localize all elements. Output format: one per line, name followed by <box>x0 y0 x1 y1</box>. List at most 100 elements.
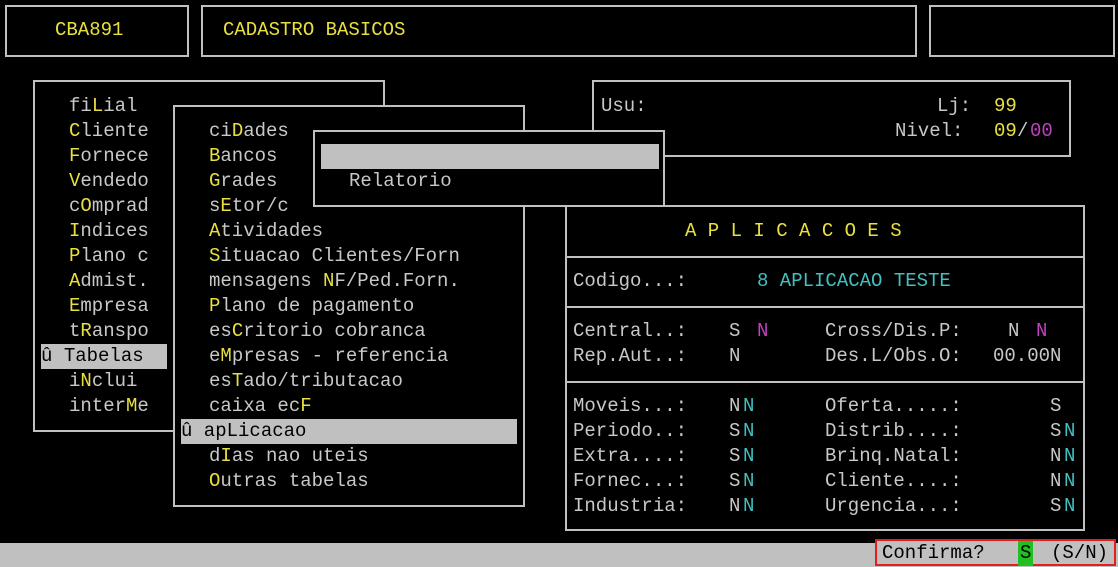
flag-value[interactable]: S <box>729 469 740 494</box>
central-value[interactable]: S <box>729 319 740 344</box>
desl-value[interactable]: 00.00N <box>993 344 1061 369</box>
main-menu-item[interactable]: Admist. <box>69 269 149 294</box>
tabelas-menu-item-hotkey: G <box>209 170 221 192</box>
main-menu-item[interactable]: Indices <box>69 219 149 244</box>
main-menu-item[interactable]: Vendedo <box>69 169 149 194</box>
tabelas-menu-item-hotkey: B <box>209 145 221 167</box>
tabelas-menu-item[interactable]: û apLicacao <box>181 419 517 444</box>
tabelas-menu-item[interactable]: Bancos <box>209 144 277 169</box>
tabelas-menu-item-text: presas - referencia <box>231 345 449 367</box>
main-menu-item[interactable]: Empresa <box>69 294 149 319</box>
main-menu-item[interactable]: interMe <box>69 394 149 419</box>
flag-value[interactable]: N <box>729 394 740 419</box>
tabelas-menu-item[interactable]: Grades <box>209 169 277 194</box>
tabelas-menu-item-text: rades <box>220 170 278 192</box>
tabelas-menu-item-text: d <box>209 445 221 467</box>
tabelas-menu-item[interactable]: Outras tabelas <box>209 469 369 494</box>
tabelas-menu-item-hotkey: T <box>231 370 244 392</box>
flag-value[interactable]: N <box>1050 444 1061 469</box>
menu-item-relatorio[interactable]: Relatorio <box>349 169 452 194</box>
aplicacao-submenu: û Manutencao Relatorio <box>313 130 665 207</box>
main-menu-item[interactable]: cOmprad <box>69 194 149 219</box>
flag-label: Fornec...: <box>573 470 688 492</box>
tabelas-menu-item-hotkey: S <box>209 245 221 267</box>
confirm-answer-input[interactable]: S <box>1018 541 1034 566</box>
menu-item-manutencao[interactable]: û Manutencao <box>321 144 659 192</box>
codigo-value[interactable]: 8 APLICACAO TESTE <box>757 269 951 294</box>
tabelas-menu-item[interactable]: Situacao Clientes/Forn <box>209 244 460 269</box>
main-menu-item[interactable]: iNclui <box>69 369 137 394</box>
tabelas-menu-item[interactable]: esTado/tributacao <box>209 369 403 394</box>
flag-value[interactable]: S <box>1050 494 1061 519</box>
flag-value[interactable]: S <box>729 444 740 469</box>
tabelas-menu-item[interactable]: mensagens NF/Ped.Forn. <box>209 269 460 294</box>
codigo-label: Codigo...: <box>573 270 688 292</box>
repaut-value[interactable]: N <box>729 344 740 369</box>
main-menu-item-text: abelas <box>75 345 144 367</box>
flag-value[interactable]: N <box>729 494 740 519</box>
main-menu-item[interactable]: Cliente <box>69 119 149 144</box>
cross-value[interactable]: N <box>1008 319 1019 344</box>
main-menu-item-text: endedo <box>80 170 149 192</box>
main-menu-item-hotkey: R <box>80 320 92 342</box>
main-menu-item[interactable]: Plano c <box>69 244 149 269</box>
tabelas-menu-item[interactable]: caixa ecF <box>209 394 312 419</box>
tabelas-menu-item-text: ci <box>209 120 232 142</box>
main-menu-item[interactable]: tRanspo <box>69 319 149 344</box>
tabelas-menu-item[interactable]: esCritorio cobranca <box>209 319 426 344</box>
flag-value[interactable]: S <box>1050 394 1061 419</box>
confirm-label: Confirma? <box>882 542 985 564</box>
tabelas-menu-item-hotkey: I <box>220 445 232 467</box>
empty-header-box <box>929 5 1115 57</box>
main-menu-item-text: fi <box>69 95 92 117</box>
main-menu-item-text: ornece <box>80 145 149 167</box>
nivel-label: Nivel: <box>895 120 964 142</box>
tabelas-menu-item-text: tividades <box>220 220 324 242</box>
main-menu-item-text: anspo <box>91 320 149 342</box>
confirm-options: (S/N) <box>1051 542 1109 564</box>
main-menu-item-hotkey: E <box>69 295 81 317</box>
tabelas-menu-item-text: s <box>209 195 221 217</box>
main-menu-item-text: i <box>69 370 81 392</box>
aplicacoes-form: A P L I C A C O E S Codigo...: 8 APLICAC… <box>565 205 1085 531</box>
flag-value-secondary: N <box>1064 445 1076 467</box>
tabelas-menu-item[interactable]: ciDades <box>209 119 289 144</box>
program-code: CBA891 <box>55 19 124 41</box>
flag-value[interactable]: N <box>1050 469 1061 494</box>
lj-value: 99 <box>994 95 1017 117</box>
nivel-value: 09 <box>994 120 1017 142</box>
flag-value[interactable]: S <box>729 419 740 444</box>
flag-label: Periodo..: <box>573 420 688 442</box>
tabelas-menu-item[interactable]: Atividades <box>209 219 323 244</box>
tabelas-menu-item-hotkey: M <box>220 345 232 367</box>
tabelas-menu-item-text: e <box>209 345 221 367</box>
cross-value-secondary: N <box>1036 320 1048 342</box>
main-menu-item[interactable]: fiLial <box>69 94 137 119</box>
tabelas-menu-item-hotkey: L <box>226 420 239 442</box>
desl-label: Des.L/Obs.O: <box>825 345 962 367</box>
flag-value[interactable]: S <box>1050 419 1061 444</box>
main-menu-item[interactable]: û Tabelas <box>41 344 167 369</box>
tabelas-menu-item-text: es <box>209 320 232 342</box>
main-menu-item-hotkey: F <box>69 145 81 167</box>
main-menu-item-hotkey: N <box>80 370 92 392</box>
flag-value-secondary: N <box>743 470 755 492</box>
main-menu-item[interactable]: Fornece <box>69 144 149 169</box>
flag-label: Moveis...: <box>573 395 688 417</box>
usu-label: Usu: <box>601 95 647 117</box>
main-menu-item-text: inter <box>69 395 127 417</box>
tabelas-menu-item[interactable]: eMpresas - referencia <box>209 344 448 369</box>
flag-label: Urgencia...: <box>825 495 962 517</box>
tabelas-menu-item[interactable]: dIas nao uteis <box>209 444 369 469</box>
tabelas-menu-item-hotkey: D <box>231 120 244 142</box>
lj-label: Lj: <box>937 95 972 117</box>
tabelas-menu-item[interactable]: sEtor/c <box>209 194 289 219</box>
main-menu-item-hotkey: A <box>69 270 81 292</box>
flag-label: Distrib....: <box>825 420 962 442</box>
main-menu-item-hotkey: I <box>69 220 81 242</box>
main-menu-item-text: clui <box>91 370 138 392</box>
repaut-label: Rep.Aut..: <box>573 345 688 367</box>
divider <box>567 256 1083 258</box>
tabelas-menu-item-text: as nao uteis <box>231 445 369 467</box>
tabelas-menu-item[interactable]: Plano de pagamento <box>209 294 414 319</box>
